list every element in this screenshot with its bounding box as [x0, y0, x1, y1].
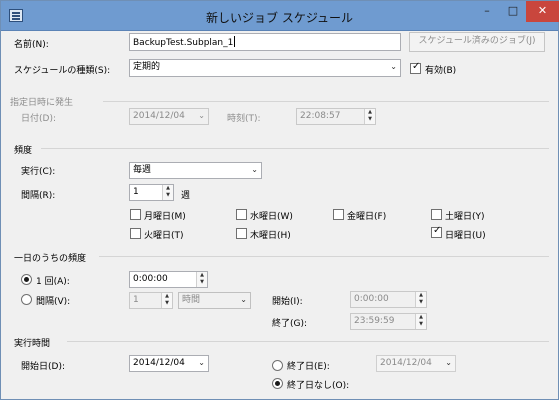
thursday-label: 木曜日(H)	[250, 231, 291, 241]
wednesday-label: 水曜日(W)	[250, 212, 293, 222]
frequency-divider	[41, 148, 549, 149]
title-bar: 新しいジョブ スケジュール – □ ✕	[1, 1, 559, 31]
spin-buttons[interactable]: ▲ ▼	[161, 293, 172, 308]
start-time-value: 0:00:00	[354, 294, 389, 304]
chevron-down-icon: ⌄	[390, 62, 397, 71]
start-date-picker[interactable]: 2014/12/04 ⌄	[129, 355, 209, 372]
interval-input[interactable]: 1 ▲ ▼	[129, 184, 174, 201]
one-time-divider	[103, 101, 549, 102]
saturday-checkbox[interactable]	[431, 209, 442, 220]
tuesday-checkbox[interactable]	[130, 228, 141, 239]
name-input[interactable]: BackupTest.Subplan_1	[129, 33, 401, 51]
start-time-input[interactable]: 0:00:00 ▲ ▼	[350, 291, 427, 308]
end-time-value: 23:59:59	[354, 316, 395, 326]
one-time-date-label: 日付(D):	[21, 114, 56, 124]
frequency-header: 頻度	[14, 146, 33, 156]
duration-header: 実行時間	[14, 339, 51, 349]
start-date-label: 開始日(D):	[21, 362, 65, 372]
monday-checkbox[interactable]	[130, 209, 141, 220]
chevron-down-icon: ⌄	[445, 358, 452, 367]
end-date-picker[interactable]: 2014/12/04 ⌄	[376, 355, 456, 372]
close-button[interactable]: ✕	[526, 1, 559, 22]
one-time-header: 指定日時に発生	[10, 98, 74, 108]
saturday-label: 土曜日(Y)	[445, 212, 485, 222]
radio-dot	[275, 381, 280, 386]
enabled-checkbox[interactable]: ✓	[410, 61, 421, 74]
end-date-radio[interactable]	[272, 360, 283, 371]
once-time-value: 0:00:00	[133, 274, 168, 284]
friday-checkbox[interactable]	[333, 209, 344, 220]
minimize-button[interactable]: –	[474, 1, 500, 22]
one-time-date-value: 2014/12/04	[133, 111, 185, 121]
no-end-date-radio[interactable]	[272, 378, 283, 389]
start-time-label: 開始(I):	[272, 297, 303, 307]
once-label: 1 回(A):	[36, 277, 70, 287]
daily-interval-label: 間隔(V):	[36, 297, 71, 307]
check-icon: ✓	[433, 225, 442, 236]
radio-dot	[24, 277, 29, 282]
one-time-time-label: 時刻(T):	[227, 114, 261, 124]
run-select[interactable]: 毎週 ⌄	[129, 162, 262, 179]
run-label: 実行(C):	[21, 167, 56, 177]
schedule-type-select[interactable]: 定期的 ⌄	[129, 59, 401, 77]
duration-divider	[67, 341, 549, 342]
wednesday-checkbox[interactable]	[236, 209, 247, 220]
chevron-down-icon: ⌄	[198, 111, 205, 120]
no-end-date-label: 終了日なし(O):	[287, 381, 350, 391]
daily-frequency-divider	[99, 256, 549, 257]
schedule-type-value: 定期的	[133, 62, 161, 72]
chevron-down-icon: ⌄	[251, 165, 258, 174]
friday-label: 金曜日(F)	[347, 212, 387, 222]
scheduled-jobs-button[interactable]: スケジュール済みのジョブ(J)	[409, 32, 545, 52]
spin-buttons[interactable]: ▲ ▼	[162, 185, 173, 200]
one-time-date-input[interactable]: 2014/12/04 ⌄	[129, 108, 209, 125]
spin-buttons[interactable]: ▲ ▼	[196, 272, 207, 287]
sunday-label: 日曜日(U)	[445, 231, 486, 241]
spin-buttons[interactable]: ▲ ▼	[415, 314, 426, 329]
maximize-button[interactable]: □	[500, 1, 526, 22]
once-radio[interactable]	[21, 274, 32, 285]
run-value: 毎週	[133, 165, 152, 175]
name-label: 名前(N):	[14, 40, 49, 50]
interval-label: 間隔(R):	[21, 191, 56, 201]
chevron-down-icon: ⌄	[198, 358, 205, 367]
thursday-checkbox[interactable]	[236, 228, 247, 239]
chevron-down-icon: ⌄	[240, 295, 247, 304]
sunday-checkbox[interactable]: ✓	[431, 225, 442, 238]
new-job-schedule-window: 新しいジョブ スケジュール – □ ✕ 名前(N): BackupTest.Su…	[0, 0, 559, 400]
daily-frequency-header: 一日のうちの頻度	[14, 254, 87, 264]
end-time-label: 終了(G):	[272, 319, 308, 329]
start-date-value: 2014/12/04	[133, 358, 185, 368]
schedule-type-label: スケジュールの種類(S):	[14, 66, 111, 76]
end-date-value: 2014/12/04	[380, 358, 432, 368]
tuesday-label: 火曜日(T)	[144, 231, 184, 241]
monday-label: 月曜日(M)	[144, 212, 186, 222]
daily-interval-unit-select[interactable]: 時間 ⌄	[178, 292, 251, 309]
daily-interval-unit-value: 時間	[182, 295, 201, 305]
end-date-label: 終了日(E):	[287, 362, 330, 372]
name-value: BackupTest.Subplan_1	[133, 38, 234, 48]
once-time-input[interactable]: 0:00:00 ▲ ▼	[129, 271, 208, 288]
spin-buttons[interactable]: ▲ ▼	[415, 292, 426, 307]
check-icon: ✓	[412, 61, 421, 72]
enabled-label: 有効(B)	[425, 66, 457, 76]
interval-value: 1	[133, 187, 139, 197]
daily-interval-input[interactable]: 1 ▲ ▼	[129, 292, 173, 309]
one-time-time-value: 22:08:57	[300, 111, 341, 121]
one-time-time-input[interactable]: 22:08:57 ▲ ▼	[296, 108, 376, 125]
spin-buttons[interactable]: ▲ ▼	[364, 109, 375, 124]
text-cursor	[234, 36, 236, 47]
interval-unit: 週	[181, 191, 191, 201]
interval-radio[interactable]	[21, 294, 32, 305]
end-time-input[interactable]: 23:59:59 ▲ ▼	[350, 313, 427, 330]
daily-interval-value: 1	[133, 295, 139, 305]
